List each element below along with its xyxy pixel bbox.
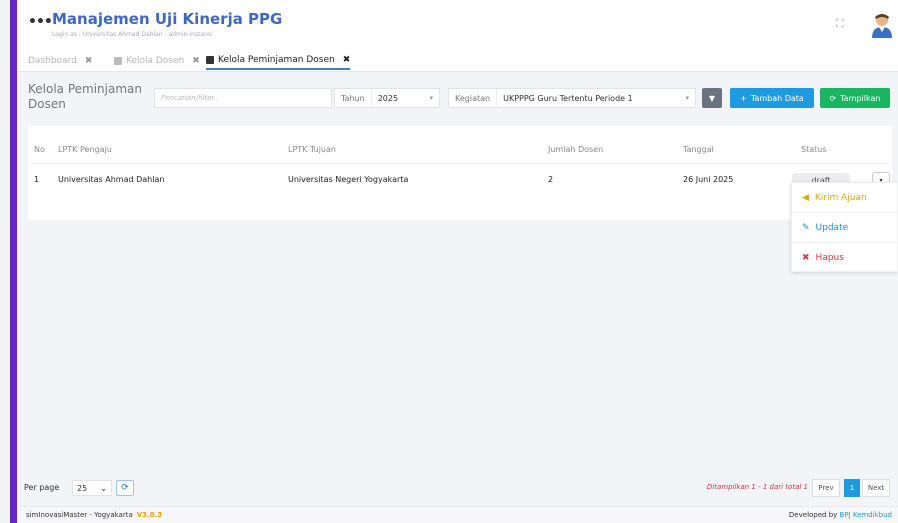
col-no: No (34, 144, 45, 154)
refresh-icon: ⟳ (829, 93, 837, 103)
close-icon[interactable]: ✖ (343, 55, 351, 65)
add-data-button[interactable]: + Tambah Data (730, 88, 814, 108)
cell-tanggal: 26 Juni 2025 (683, 174, 734, 184)
menu-item-update[interactable]: ✎ Update (792, 213, 897, 243)
filter-icon: ▼ (708, 93, 716, 103)
table-icon (114, 57, 122, 65)
data-table: No LPTK Pengaju LPTK Tujuan Jumlah Dosen… (28, 126, 892, 220)
menu-item-kirim-ajuan[interactable]: ◀ Kirim Ajuan (792, 183, 897, 213)
cell-lptk-tujuan: Universitas Negeri Yogyakarta (288, 174, 409, 184)
fullscreen-icon[interactable]: ⛶ (836, 18, 848, 30)
app-title: Manajemen Uji Kinerja PPG (52, 10, 283, 28)
refresh-button[interactable]: ⟳ (116, 480, 134, 496)
refresh-icon: ⟳ (121, 483, 129, 493)
close-icon[interactable]: ✖ (85, 56, 93, 66)
cell-jumlah-dosen: 2 (548, 174, 554, 184)
menu-icon[interactable]: ••• (28, 14, 53, 30)
col-tanggal: Tanggal (683, 144, 714, 154)
app-footer-info: simInovasiMaster - Yogyakarta V3.0.3 (26, 511, 162, 519)
col-status: Status (801, 144, 827, 154)
toolbar: Kelola Peminjaman Dosen Tahun 2025 ▾ Keg… (18, 80, 898, 120)
filter-button[interactable]: ▼ (702, 88, 722, 108)
delete-icon: ✖ (802, 253, 810, 263)
search-input[interactable] (154, 88, 332, 108)
show-button[interactable]: ⟳ Tampilkan (820, 88, 890, 108)
menu-item-label: Kirim Ajuan (814, 192, 867, 203)
chevron-down-icon: ▾ (429, 94, 433, 102)
left-strip (0, 0, 18, 523)
table-icon (206, 56, 214, 64)
chevron-down-icon: ⌄ (100, 483, 107, 493)
status-bar: simInovasiMaster - Yogyakarta V3.0.3 Deve… (18, 506, 898, 523)
tab-kelola-peminjaman-dosen[interactable]: Kelola Peminjaman Dosen ✖ (206, 52, 351, 70)
next-page-button[interactable]: Next (862, 479, 890, 497)
close-icon[interactable]: ✖ (192, 56, 200, 66)
send-icon: ◀ (802, 192, 809, 203)
per-page-value: 25 (77, 483, 88, 493)
menu-item-label: Update (815, 222, 849, 233)
developer-prefix: Developed by (788, 511, 838, 519)
menu-item-hapus[interactable]: ✖ Hapus (792, 243, 897, 273)
login-info: Login as : Universitas Ahmad Dahlan - ad… (52, 31, 213, 38)
tahun-select[interactable]: Tahun 2025 ▾ (334, 88, 440, 108)
page-info: Ditampilkan 1 - 1 dari total 1 (706, 483, 808, 491)
tahun-label: Tahun (335, 89, 372, 107)
developer-org[interactable]: BPJ Kemdikbud (840, 511, 892, 519)
table-header: No LPTK Pengaju LPTK Tujuan Jumlah Dosen… (28, 134, 892, 164)
plus-icon: + (740, 93, 747, 103)
app-header: ••• Manajemen Uji Kinerja PPG Login as :… (18, 0, 898, 48)
cell-lptk-pengaju: Universitas Ahmad Dahlan (58, 174, 165, 184)
developer-credit: Developed by BPJ Kemdikbud (789, 511, 892, 519)
kegiatan-label: Kegiatan (449, 89, 498, 107)
prev-page-button[interactable]: Prev (812, 479, 840, 497)
kegiatan-select[interactable]: Kegiatan UKPPPG Guru Tertentu Periode 1 … (448, 88, 696, 108)
add-data-label: Tambah Data (750, 93, 804, 103)
kegiatan-value: UKPPPG Guru Tertentu Periode 1 (503, 93, 633, 103)
col-jumlah-dosen: Jumlah Dosen (548, 144, 604, 154)
pagination-bar: Per page 25 ⌄ ⟳ Ditampilkan 1 - 1 dari t… (18, 478, 898, 500)
tab-label: Kelola Peminjaman Dosen (218, 55, 335, 65)
menu-item-label: Hapus (815, 253, 844, 263)
chevron-down-icon: ▾ (685, 94, 689, 102)
row-action-menu: ◀ Kirim Ajuan ✎ Update ✖ Hapus (791, 182, 898, 272)
app-name: simInovasiMaster - Yogyakarta (26, 511, 133, 519)
tab-dashboard[interactable]: Dashboard ✖ (28, 52, 92, 70)
per-page-select[interactable]: 25 ⌄ (72, 480, 112, 496)
cell-no: 1 (34, 174, 40, 184)
version-badge: V3.0.3 (136, 511, 163, 519)
tab-kelola-dosen[interactable]: Kelola Dosen ✖ (114, 52, 200, 70)
tab-bar: Dashboard ✖ Kelola Dosen ✖ Kelola Peminj… (18, 48, 898, 72)
col-lptk-tujuan: LPTK Tujuan (288, 144, 336, 154)
pencil-icon: ✎ (802, 222, 810, 233)
tab-label: Dashboard (28, 56, 77, 66)
col-lptk-pengaju: LPTK Pengaju (58, 144, 112, 154)
page-title: Kelola Peminjaman Dosen (28, 82, 142, 111)
page-1-button[interactable]: 1 (844, 479, 860, 497)
show-label: Tampilkan (840, 93, 881, 103)
accent-bar (10, 0, 17, 523)
table-row[interactable]: 1 Universitas Ahmad Dahlan Universitas N… (28, 164, 892, 194)
tab-label: Kelola Dosen (126, 56, 185, 66)
tahun-value: 2025 (377, 93, 399, 103)
per-page-label: Per page (24, 483, 60, 492)
avatar[interactable] (870, 12, 894, 38)
app-window: ••• Manajemen Uji Kinerja PPG Login as :… (18, 0, 898, 523)
